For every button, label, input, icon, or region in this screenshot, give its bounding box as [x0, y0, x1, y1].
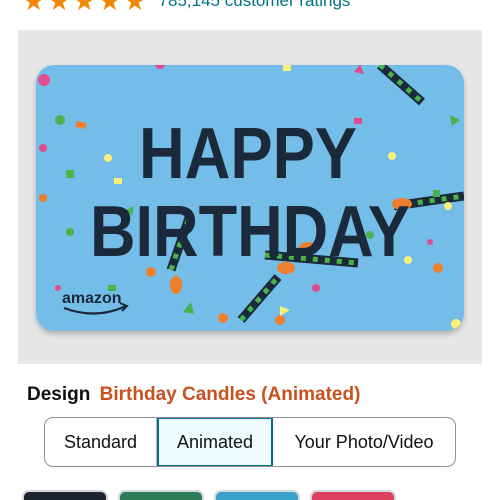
option-animated[interactable]: Animated — [157, 418, 273, 466]
card-line-2: BIRTHDAY — [90, 192, 410, 272]
design-thumbnail[interactable] — [310, 490, 396, 500]
amazon-logo-text: amazon — [62, 290, 122, 307]
design-thumbnail[interactable] — [118, 490, 204, 500]
gift-card-image: HAPPY BIRTHDAY amazon — [36, 65, 464, 331]
design-value: Birthday Candles (Animated) — [99, 384, 361, 405]
star-rating: ★ ★ ★ ★ ★ — [22, 0, 149, 16]
star-icon: ★ — [123, 0, 147, 16]
star-icon: ★ — [97, 0, 122, 16]
star-icon: ★ — [72, 0, 96, 16]
option-standard[interactable]: Standard — [45, 418, 157, 466]
product-image[interactable]: HAPPY BIRTHDAY amazon — [18, 30, 482, 364]
option-your-photo-video[interactable]: Your Photo/Video — [273, 418, 455, 466]
card-line-1: HAPPY — [139, 114, 357, 194]
star-icon: ★ — [47, 0, 71, 16]
design-label: Design — [27, 384, 91, 405]
ratings-row[interactable]: ★ ★ ★ ★ ★ 785,145 customer ratings — [22, 0, 351, 16]
star-icon: ★ — [22, 0, 46, 16]
ratings-count-link[interactable]: 785,145 customer ratings — [159, 0, 351, 11]
design-type-selector[interactable]: Standard Animated Your Photo/Video — [44, 417, 456, 467]
design-thumbnail[interactable] — [22, 490, 108, 500]
design-thumbnail[interactable] — [214, 490, 300, 500]
design-thumbnails — [0, 490, 500, 500]
design-selection: Design Birthday Candles (Animated) — [27, 384, 360, 406]
